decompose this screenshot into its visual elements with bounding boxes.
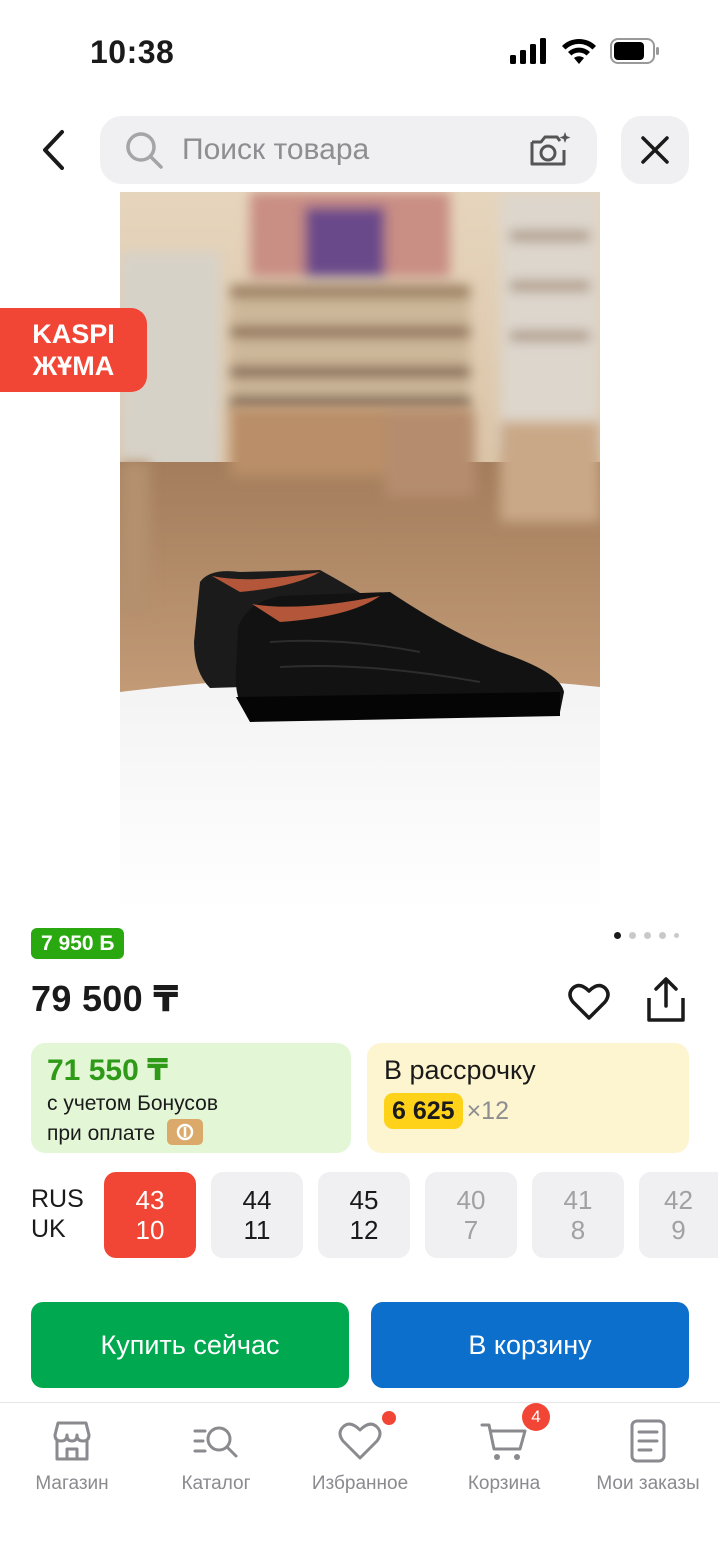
size-rus: 44	[242, 1185, 272, 1215]
favorite-button[interactable]	[567, 980, 611, 1024]
size-chip-45[interactable]: 45 12	[318, 1172, 410, 1258]
size-selector: 43 10 44 11 45 12 40 7 41 8 42 9	[104, 1172, 718, 1258]
close-icon	[641, 136, 669, 164]
signal-icon	[510, 38, 546, 64]
bonus-note-line2-wrap: при оплате	[47, 1119, 335, 1149]
kaspi-gold-icon	[167, 1119, 204, 1146]
nav-label-store: Магазин	[35, 1473, 109, 1494]
nav-label-favorites: Избранное	[311, 1473, 409, 1494]
size-label-uk: UK	[31, 1215, 66, 1243]
share-icon	[647, 977, 685, 1022]
size-rus: 42	[664, 1185, 693, 1215]
bottom-navigation: Магазин Каталог Избранное 4 Корзина Мои …	[0, 1402, 720, 1561]
cart-icon: 4	[480, 1403, 550, 1465]
installment-title: В рассрочку	[384, 1055, 536, 1085]
size-chip-43[interactable]: 43 10	[104, 1172, 196, 1258]
bonus-badge: 7 950 Б	[31, 928, 125, 959]
back-button[interactable]	[26, 120, 82, 180]
bonus-price: 71 550 ₸	[47, 1054, 168, 1087]
nav-label-orders: Мои заказы	[596, 1473, 700, 1494]
store-icon	[48, 1417, 96, 1465]
size-uk: 11	[243, 1215, 271, 1245]
installment-amount: 6 625	[384, 1093, 463, 1129]
share-button[interactable]	[644, 976, 688, 1024]
promo-line-1: KASPI	[32, 319, 115, 349]
size-chip-41[interactable]: 41 8	[532, 1172, 624, 1258]
battery-icon	[610, 38, 659, 64]
installment-card[interactable]: В рассрочку 6 625 ×12	[367, 1043, 689, 1153]
size-label-rus: RUS	[31, 1185, 84, 1213]
size-rus: 40	[456, 1185, 486, 1215]
nav-label-catalog: Каталог	[181, 1473, 251, 1494]
favorites-notification-dot	[382, 1411, 396, 1425]
nav-item-orders[interactable]: Мои заказы	[576, 1417, 720, 1495]
heart-icon	[336, 1411, 396, 1465]
bonus-note-line1: с учетом Бонусов	[47, 1092, 218, 1115]
size-rus: 45	[349, 1185, 379, 1215]
size-system-labels: RUS UK	[31, 1184, 84, 1244]
size-uk: 12	[349, 1215, 379, 1245]
promo-line-2: ЖҰМА	[32, 351, 115, 381]
kaspi-juma-badge: KASPI ЖҰМА	[0, 308, 147, 392]
nav-item-cart[interactable]: 4 Корзина	[432, 1403, 576, 1495]
camera-search-icon[interactable]	[525, 125, 575, 175]
bonus-note-line2: при оплате	[47, 1122, 156, 1145]
buy-now-button[interactable]: Купить сейчас	[31, 1302, 349, 1388]
search-icon	[126, 132, 163, 169]
close-button[interactable]	[621, 116, 689, 184]
status-time: 10:38	[90, 34, 175, 70]
status-bar: 10:38	[0, 0, 720, 100]
installment-row: 6 625 ×12	[384, 1093, 672, 1129]
size-chip-42[interactable]: 42 9	[639, 1172, 718, 1258]
nav-item-favorites[interactable]: Избранное	[288, 1411, 432, 1495]
size-uk: 10	[135, 1215, 165, 1245]
installment-months: ×12	[466, 1096, 509, 1125]
gallery-dot	[614, 932, 621, 939]
product-image[interactable]	[120, 192, 600, 912]
size-uk: 7	[463, 1215, 479, 1245]
status-icons	[510, 38, 660, 64]
nav-label-cart: Корзина	[467, 1473, 541, 1494]
search-placeholder: Поиск товара	[182, 133, 370, 166]
size-uk: 9	[671, 1215, 686, 1245]
cart-count-badge: 4	[522, 1403, 550, 1431]
size-chip-40[interactable]: 40 7	[425, 1172, 517, 1258]
add-to-cart-button[interactable]: В корзину	[371, 1302, 689, 1388]
product-price: 79 500 ₸	[31, 978, 179, 1019]
size-rus: 43	[135, 1185, 165, 1215]
bonus-price-card[interactable]: 71 550 ₸ с учетом Бонусов при оплате	[31, 1043, 351, 1153]
gallery-dot	[644, 932, 651, 939]
gallery-dot	[674, 933, 679, 938]
chevron-left-icon	[43, 130, 64, 170]
size-uk: 8	[570, 1215, 586, 1245]
gallery-pagination	[614, 932, 679, 939]
nav-item-catalog[interactable]: Каталог	[144, 1417, 288, 1495]
size-rus: 41	[563, 1185, 593, 1215]
gallery-dot	[629, 932, 636, 939]
gallery-dot	[659, 932, 666, 939]
catalog-search-icon	[192, 1417, 240, 1465]
search-input[interactable]: Поиск товара	[100, 116, 597, 184]
orders-icon	[624, 1417, 672, 1465]
wifi-icon	[562, 38, 596, 64]
size-chip-44[interactable]: 44 11	[211, 1172, 303, 1258]
nav-item-store[interactable]: Магазин	[0, 1417, 144, 1495]
heart-icon	[568, 983, 610, 1020]
